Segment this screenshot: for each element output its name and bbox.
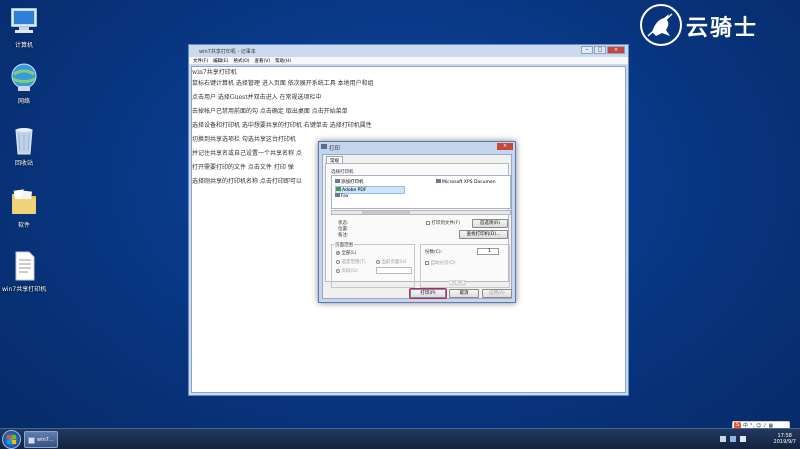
window-controls: – □ × [581, 46, 625, 54]
range-pages-radio[interactable] [336, 268, 340, 273]
copies-label: 份数(C): [425, 250, 443, 255]
menu-bar: 文件(F) 编辑(E) 格式(O) 查看(V) 帮助(H) [189, 57, 628, 65]
text-line: 选择刚共享的打印机名称 点击打印即可以 [192, 178, 302, 185]
text-line: win7共享打印机 [192, 69, 237, 76]
dialog-panel: 常规 选择打印机 添加打印机 Adobe PDF Fax Microsoft X… [322, 154, 512, 299]
page-numbers-input[interactable] [376, 267, 412, 274]
desktop-icon-label: win7共享打印机 [2, 286, 47, 293]
range-selection-option[interactable]: 选定范围(T) [336, 259, 366, 265]
clock-date: 2019/9/7 [773, 439, 796, 445]
menu-file[interactable]: 文件(F) [193, 58, 208, 64]
apply-button[interactable]: 应用(A) [482, 289, 512, 298]
desktop-icon-label: 软件 [17, 222, 30, 229]
horizontal-scrollbar[interactable] [331, 210, 511, 215]
dialog-title: 打印 [329, 146, 341, 152]
print-to-file-option[interactable]: 打印到文件(F) [426, 220, 460, 226]
volume-icon[interactable] [740, 436, 746, 442]
close-button[interactable]: × [607, 46, 625, 54]
range-pages-option[interactable]: 页码(G): [336, 268, 359, 274]
maximize-button[interactable]: □ [594, 46, 606, 54]
dialog-close-button[interactable]: × [497, 143, 513, 150]
system-tray [720, 436, 746, 442]
collate-checkbox[interactable] [425, 260, 429, 265]
collate-preview-icon [448, 271, 467, 286]
menu-edit[interactable]: 编辑(E) [213, 58, 228, 64]
dialog-title-bar: 打印 × [319, 142, 515, 153]
network-icon [9, 62, 39, 94]
desktop-icon-network[interactable]: 网络 [2, 62, 46, 105]
brand-name: 云骑士 [686, 16, 759, 41]
copies-group: 份数(C): 1 自动分页(O) [420, 244, 510, 288]
start-button[interactable] [2, 430, 21, 449]
flag-icon[interactable] [720, 436, 726, 442]
text-line: 打开需要打印的文件 点击文件 打印 弹 [192, 164, 294, 171]
print-to-file-checkbox[interactable] [426, 220, 430, 225]
taskbar: win7... 17:58 2019/9/7 [0, 428, 800, 449]
printer-list[interactable]: 添加打印机 Adobe PDF Fax Microsoft XPS Docume… [331, 175, 511, 209]
copies-input[interactable]: 1 [477, 248, 499, 255]
scrollbar-thumb[interactable] [362, 211, 410, 214]
notepad-icon [28, 437, 35, 444]
tab-content: 选择打印机 添加打印机 Adobe PDF Fax Microsoft XPS … [325, 163, 511, 288]
desktop-icon-label: 回收站 [14, 160, 33, 167]
range-current-radio[interactable] [376, 259, 380, 264]
desktop-icon-software-folder[interactable]: 软件 [2, 186, 46, 229]
menu-help[interactable]: 帮助(H) [275, 58, 291, 64]
cancel-button[interactable]: 取消 [449, 289, 479, 298]
range-all-option[interactable]: 全部(L) [336, 250, 356, 256]
menu-format[interactable]: 格式(O) [233, 58, 249, 64]
text-line: 选择设备和打印机 选中想要共享的打印机 右键单击 选择打印机属性 [192, 122, 372, 129]
comment-label: 备注: [338, 233, 349, 238]
desktop-icon-text-file[interactable]: win7共享打印机 [2, 250, 46, 293]
brand-logo: 云骑士 [640, 4, 790, 48]
recycle-bin-icon [9, 124, 39, 156]
range-selection-radio[interactable] [336, 259, 340, 264]
add-printer-icon [335, 179, 340, 183]
collate-option[interactable]: 自动分页(O) [425, 260, 456, 266]
desktop-icon-recycle-bin[interactable]: 回收站 [2, 124, 46, 167]
range-all-radio[interactable] [336, 250, 340, 255]
preferences-button[interactable]: 首选项(R) [472, 219, 508, 228]
text-file-icon [9, 250, 39, 282]
printer-item-fax[interactable]: Fax [335, 193, 349, 199]
text-line: 并记住共享名或自己设置一个共享名称 点 [192, 150, 302, 157]
printer-icon [336, 187, 341, 191]
clock[interactable]: 17:58 2019/9/7 [774, 433, 796, 445]
taskbar-item-notepad[interactable]: win7... [24, 431, 58, 448]
print-button[interactable]: 打印(P) [409, 288, 447, 299]
minimize-button[interactable]: – [581, 46, 593, 54]
text-line: 点击用户 选择Guest并双击进入 在常规选项栏中 [192, 94, 322, 101]
knight-logo-icon [640, 4, 682, 46]
menu-view[interactable]: 查看(V) [255, 58, 271, 64]
windows-logo-icon [7, 435, 16, 444]
find-printer-button[interactable]: 查找打印机(D)... [459, 230, 508, 239]
window-title: win7共享打印机 - 记事本 [199, 49, 256, 55]
page-range-label: 页面范围 [334, 242, 354, 248]
fax-icon [335, 193, 340, 197]
desktop-icon-label: 网络 [17, 98, 30, 105]
computer-icon [9, 6, 39, 38]
folder-icon [9, 186, 39, 218]
printer-icon [436, 179, 441, 183]
range-current-option[interactable]: 当前页面(U) [376, 259, 406, 265]
text-line: 切换到共享选项栏 勾选共享这台打印机 [192, 136, 296, 143]
page-range-group: 页面范围 全部(L) 选定范围(T) 当前页面(U) 页码(G): [331, 242, 415, 288]
printer-item-xps[interactable]: Microsoft XPS Documen [436, 179, 496, 185]
printer-icon [321, 144, 327, 149]
text-line: 鼠标右键计算机 选择管理 进入页面 依次展开系统工具 本地用户和组 [192, 80, 374, 87]
text-line: 去掉帐户已禁用前面的勾 点击确定 取出桌面 点击开始菜单 [192, 108, 348, 115]
print-dialog[interactable]: 打印 × 常规 选择打印机 添加打印机 Adobe PDF Fax Micros… [318, 141, 516, 303]
desktop-icon-label: 计算机 [14, 42, 33, 49]
printer-item-add[interactable]: 添加打印机 [335, 179, 364, 185]
desktop-icon-computer[interactable]: 计算机 [2, 6, 46, 49]
network-tray-icon[interactable] [730, 436, 736, 442]
